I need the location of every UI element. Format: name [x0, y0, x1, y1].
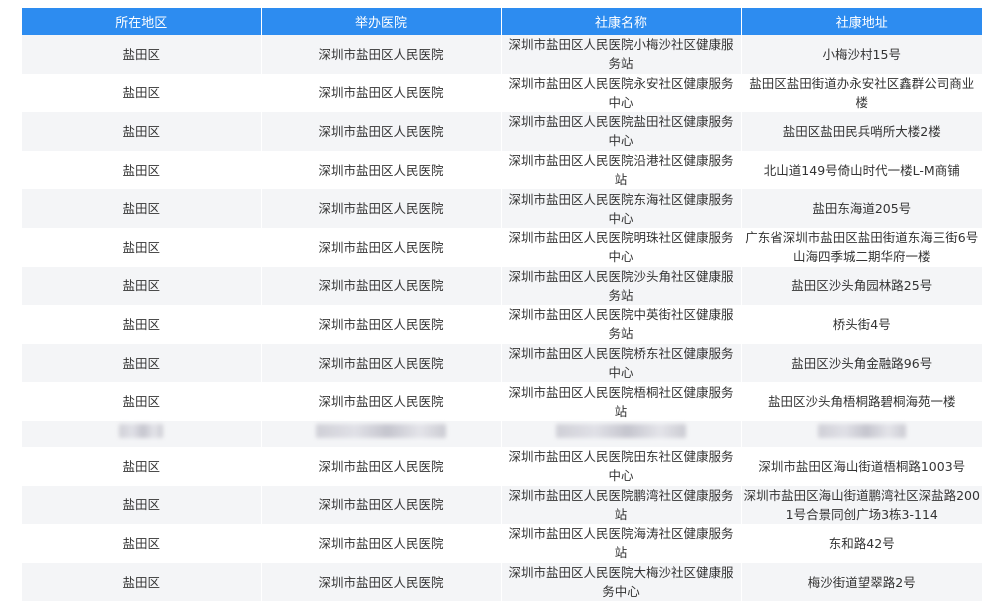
redaction-blur: [119, 424, 164, 439]
cell-clinic-name: 深圳市盐田区人民医院沿港社区健康服务站: [501, 150, 742, 190]
cell-district: 盐田区: [22, 305, 262, 344]
cell-clinic-address: 梅沙街道望翠路2号: [741, 562, 982, 602]
table-row: 盐田区 深圳市盐田区人民医院 深圳市盐田区人民医院小梅沙社区健康服务站 小梅沙村15号: [22, 35, 982, 74]
cell-district: 盐田区: [22, 485, 262, 525]
cell-clinic-name: 深圳市盐田区人民医院鹏湾社区健康服务站: [501, 485, 742, 525]
table-row: 盐田区 深圳市盐田区人民医院 深圳市盐田区人民医院桥东社区健康服务中心 盐田区沙头角金…: [22, 343, 982, 383]
table-row-redacted: [22, 420, 982, 447]
table-row: 盐田区 深圳市盐田区人民医院 深圳市盐田区人民医院盐田社区健康服务中心 盐田区盐田民兵…: [22, 112, 982, 151]
cell-clinic-name: 深圳市盐田区人民医院大梅沙社区健康服务中心: [501, 562, 742, 602]
cell-clinic-name: 深圳市盐田区人民医院东海社区健康服务中心: [501, 189, 742, 228]
table-row: 盐田区 深圳市盐田区人民医院 深圳市盐田区人民医院东海社区健康服务中心 盐田东海道20…: [22, 189, 982, 228]
table-row: 盐田区 深圳市盐田区人民医院 深圳市盐田区人民医院大梅沙社区健康服务中心 梅沙街道望翠…: [22, 562, 982, 602]
cell-district: 盐田区: [22, 35, 262, 74]
cell-clinic-name: 深圳市盐田区人民医院盐田社区健康服务中心: [501, 112, 742, 151]
cell-clinic-address: 桥头街4号: [741, 305, 982, 344]
cell-clinic-name: 深圳市盐田区人民医院中英街社区健康服务站: [501, 305, 742, 344]
table-row: 盐田区 深圳市盐田区人民医院 深圳市盐田区人民医院田东社区健康服务中心 深圳市盐田区海…: [22, 446, 982, 486]
cell-clinic-name: 深圳市盐田区人民医院小梅沙社区健康服务站: [501, 35, 742, 74]
cell-clinic-address: 盐田区沙头角梧桐路碧桐海苑一楼: [741, 382, 982, 421]
table-row: 盐田区 深圳市盐田区人民医院 深圳市盐田区人民医院海涛社区健康服务站 东和路42号: [22, 524, 982, 563]
table-row: 盐田区 深圳市盐田区人民医院 深圳市盐田区人民医院明珠社区健康服务中心 广东省深圳市盐…: [22, 227, 982, 267]
cell-clinic-address: 深圳市盐田区海山街道鹏湾社区深盐路2001号合景同创广场3栋3-114: [741, 485, 982, 525]
column-header-clinic-address[interactable]: 社康地址: [741, 8, 982, 35]
cell-clinic-address: 盐田东海道205号: [741, 189, 982, 228]
redacted-cell: [261, 420, 502, 447]
cell-clinic-address: 盐田区盐田民兵哨所大楼2楼: [741, 112, 982, 151]
redaction-blur: [316, 424, 446, 439]
redacted-cell: [501, 420, 742, 447]
cell-clinic-address: 盐田区沙头角园林路25号: [741, 266, 982, 306]
redaction-blur: [817, 424, 906, 439]
cell-clinic-name: 深圳市盐田区人民医院桥东社区健康服务中心: [501, 343, 742, 383]
cell-clinic-name: 深圳市盐田区人民医院永安社区健康服务中心: [501, 73, 742, 113]
cell-district: 盐田区: [22, 150, 262, 190]
table-row: 盐田区 深圳市盐田区人民医院 深圳市盐田区人民医院沿港社区健康服务站 北山道149号倚…: [22, 150, 982, 190]
table-row: 盐田区 深圳市盐田区人民医院 深圳市盐田区人民医院中英街社区健康服务站 桥头街4号: [22, 305, 982, 344]
cell-clinic-name: 深圳市盐田区人民医院沙头角社区健康服务站: [501, 266, 742, 306]
clinic-table: 所在地区 举办医院 社康名称 社康地址 盐田区 深圳市盐田区人民医院 深圳市盐田区人…: [22, 8, 982, 602]
redacted-cell: [22, 420, 262, 447]
table-body: 盐田区 深圳市盐田区人民医院 深圳市盐田区人民医院小梅沙社区健康服务站 小梅沙村15号…: [22, 35, 982, 602]
cell-district: 盐田区: [22, 382, 262, 421]
table-row: 盐田区 深圳市盐田区人民医院 深圳市盐田区人民医院沙头角社区健康服务站 盐田区沙头角园…: [22, 266, 982, 306]
cell-clinic-address: 盐田区沙头角金融路96号: [741, 343, 982, 383]
cell-district: 盐田区: [22, 562, 262, 602]
cell-clinic-address: 盐田区盐田街道办永安社区鑫群公司商业楼: [741, 73, 982, 113]
table-row: 盐田区 深圳市盐田区人民医院 深圳市盐田区人民医院梧桐社区健康服务站 盐田区沙头角梧桐…: [22, 382, 982, 421]
column-header-district[interactable]: 所在地区: [22, 8, 262, 35]
cell-hospital: 深圳市盐田区人民医院: [261, 382, 502, 421]
cell-hospital: 深圳市盐田区人民医院: [261, 343, 502, 383]
cell-clinic-address: 广东省深圳市盐田区盐田街道东海三街6号山海四季城二期华府一楼: [741, 227, 982, 267]
cell-hospital: 深圳市盐田区人民医院: [261, 35, 502, 74]
cell-district: 盐田区: [22, 446, 262, 486]
cell-hospital: 深圳市盐田区人民医院: [261, 227, 502, 267]
cell-clinic-name: 深圳市盐田区人民医院海涛社区健康服务站: [501, 524, 742, 563]
cell-hospital: 深圳市盐田区人民医院: [261, 73, 502, 113]
cell-hospital: 深圳市盐田区人民医院: [261, 485, 502, 525]
column-header-clinic-name[interactable]: 社康名称: [501, 8, 742, 35]
cell-clinic-address: 东和路42号: [741, 524, 982, 563]
cell-district: 盐田区: [22, 112, 262, 151]
cell-district: 盐田区: [22, 524, 262, 563]
redaction-blur: [556, 424, 686, 439]
cell-clinic-name: 深圳市盐田区人民医院梧桐社区健康服务站: [501, 382, 742, 421]
cell-district: 盐田区: [22, 227, 262, 267]
cell-hospital: 深圳市盐田区人民医院: [261, 266, 502, 306]
cell-hospital: 深圳市盐田区人民医院: [261, 446, 502, 486]
cell-clinic-address: 小梅沙村15号: [741, 35, 982, 74]
cell-clinic-name: 深圳市盐田区人民医院田东社区健康服务中心: [501, 446, 742, 486]
redacted-cell: [741, 420, 982, 447]
cell-hospital: 深圳市盐田区人民医院: [261, 305, 502, 344]
cell-hospital: 深圳市盐田区人民医院: [261, 189, 502, 228]
cell-hospital: 深圳市盐田区人民医院: [261, 524, 502, 563]
table-row: 盐田区 深圳市盐田区人民医院 深圳市盐田区人民医院永安社区健康服务中心 盐田区盐田街道…: [22, 73, 982, 113]
table-row: 盐田区 深圳市盐田区人民医院 深圳市盐田区人民医院鹏湾社区健康服务站 深圳市盐田区海山…: [22, 485, 982, 525]
cell-hospital: 深圳市盐田区人民医院: [261, 150, 502, 190]
cell-clinic-name: 深圳市盐田区人民医院明珠社区健康服务中心: [501, 227, 742, 267]
column-header-hospital[interactable]: 举办医院: [261, 8, 502, 35]
clinic-table-container: 所在地区 举办医院 社康名称 社康地址 盐田区 深圳市盐田区人民医院 深圳市盐田区人…: [22, 8, 982, 602]
cell-clinic-address: 北山道149号倚山时代一楼L-M商铺: [741, 150, 982, 190]
cell-hospital: 深圳市盐田区人民医院: [261, 562, 502, 602]
cell-hospital: 深圳市盐田区人民医院: [261, 112, 502, 151]
cell-district: 盐田区: [22, 73, 262, 113]
table-header: 所在地区 举办医院 社康名称 社康地址: [22, 8, 982, 35]
cell-district: 盐田区: [22, 189, 262, 228]
cell-district: 盐田区: [22, 343, 262, 383]
cell-clinic-address: 深圳市盐田区海山街道梧桐路1003号: [741, 446, 982, 486]
cell-district: 盐田区: [22, 266, 262, 306]
